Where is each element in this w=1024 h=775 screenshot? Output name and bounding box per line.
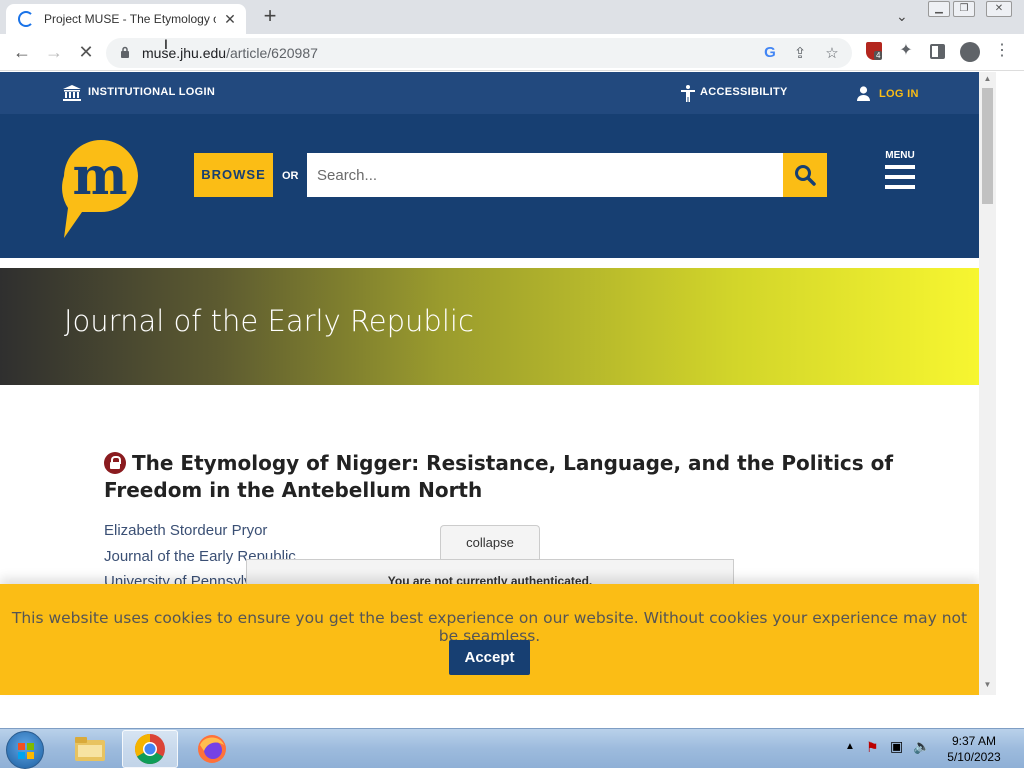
window-restore-button[interactable]: ❐ [953, 1, 975, 17]
url-text[interactable]: muse.jhu.edu/article/620987 [142, 45, 318, 61]
window-close-button[interactable]: ✕ [986, 1, 1012, 17]
restricted-access-lock-icon [104, 452, 126, 474]
utility-bar: INSTITUTIONAL LOGIN ACCESSIBILITY LOG IN [0, 72, 979, 114]
action-center-flag-icon[interactable]: ⚑ [866, 739, 879, 756]
taskbar-clock[interactable]: 9:37 AM 5/10/2023 [944, 733, 1004, 765]
scroll-up-arrow-icon[interactable]: ▲ [979, 74, 996, 83]
cookie-consent-banner: This website uses cookies to ensure you … [0, 584, 979, 695]
url-host: muse.jhu.edu [142, 45, 227, 61]
menu-button[interactable]: MENU [880, 150, 920, 189]
volume-icon[interactable]: 🔈 [913, 738, 930, 755]
side-panel-icon[interactable] [930, 44, 945, 59]
address-bar[interactable]: muse.jhu.edu/article/620987 G ⇪ ☆ [106, 38, 852, 68]
extension-badge: 4 [874, 51, 883, 60]
browser-tab-bar: Project MUSE - The Etymology of ✕ + ⌄ ▁ … [0, 0, 1024, 34]
tab-title: Project MUSE - The Etymology of [44, 12, 216, 26]
chrome-menu-icon[interactable]: ⋮ [991, 40, 1013, 60]
or-label: OR [282, 170, 299, 182]
search-button[interactable] [783, 153, 827, 197]
chrome-taskbar-button[interactable] [122, 730, 178, 768]
accept-cookies-button[interactable]: Accept [449, 640, 530, 675]
google-translate-icon[interactable]: G [760, 44, 780, 61]
clock-time: 9:37 AM [951, 734, 997, 748]
search-icon [795, 165, 816, 186]
folder-icon [75, 737, 105, 761]
journal-banner: Journal of the Early Republic [0, 268, 979, 385]
menu-label: MENU [885, 150, 915, 161]
institutional-login-link[interactable]: INSTITUTIONAL LOGIN [88, 86, 215, 98]
user-icon [857, 86, 870, 101]
page-scrollbar[interactable]: ▲ ▼ [979, 72, 996, 695]
back-arrow-icon[interactable]: ← [9, 40, 35, 64]
browser-toolbar: ← → ✕ muse.jhu.edu/article/620987 G ⇪ ☆ … [0, 34, 1024, 71]
share-icon[interactable]: ⇪ [790, 44, 810, 62]
ublock-extension-icon[interactable]: 4 [866, 42, 883, 60]
log-in-link[interactable]: LOG IN [879, 88, 919, 100]
url-path: /article/620987 [226, 45, 318, 61]
extensions-puzzle-icon[interactable]: ✦ [895, 40, 917, 60]
loading-spinner-icon [18, 11, 34, 27]
accessibility-icon [681, 85, 695, 102]
bookmark-star-icon[interactable]: ☆ [822, 44, 842, 62]
windows-logo-icon [18, 743, 34, 759]
search-input[interactable] [307, 153, 783, 197]
firefox-icon [198, 735, 226, 763]
article-title-text: The Etymology of Nigger: Resistance, Lan… [104, 451, 894, 502]
window-minimize-button[interactable]: ▁ [928, 1, 950, 17]
clock-date: 5/10/2023 [947, 750, 1001, 764]
show-hidden-icons-icon[interactable]: ▲ [845, 741, 855, 752]
tab-close-icon[interactable]: ✕ [222, 11, 238, 28]
new-tab-button[interactable]: + [258, 4, 282, 30]
article-title: The Etymology of Nigger: Resistance, Lan… [104, 450, 924, 504]
chrome-icon [134, 734, 165, 765]
tab-search-chevron-icon[interactable]: ⌄ [896, 8, 908, 25]
firefox-taskbar-button[interactable] [184, 730, 240, 768]
lock-icon[interactable] [120, 46, 130, 58]
collapse-tab-button[interactable]: collapse [440, 525, 540, 561]
site-header: m BROWSE OR MENU [0, 114, 979, 258]
project-muse-logo-icon[interactable]: m [62, 138, 140, 240]
scroll-down-arrow-icon[interactable]: ▼ [979, 680, 996, 689]
institution-building-icon [63, 85, 81, 101]
stop-loading-icon[interactable]: ✕ [73, 40, 99, 64]
network-icon[interactable]: ▣ [890, 738, 903, 755]
browser-tab[interactable]: Project MUSE - The Etymology of ✕ [6, 4, 246, 34]
browse-button[interactable]: BROWSE [194, 153, 273, 197]
hamburger-icon [880, 165, 920, 189]
forward-arrow-icon[interactable]: → [41, 40, 67, 64]
scrollbar-thumb[interactable] [982, 88, 993, 204]
text-cursor-icon: I [164, 36, 168, 52]
journal-title[interactable]: Journal of the Early Republic [64, 304, 474, 338]
start-button[interactable] [6, 731, 44, 769]
accessibility-link[interactable]: ACCESSIBILITY [700, 86, 788, 98]
web-page: INSTITUTIONAL LOGIN ACCESSIBILITY LOG IN… [0, 72, 979, 726]
profile-avatar-icon[interactable] [960, 42, 980, 62]
file-explorer-taskbar-button[interactable] [62, 730, 118, 768]
windows-taskbar: ▲ ⚑ ▣ 🔈 9:37 AM 5/10/2023 [0, 728, 1024, 769]
svg-text:m: m [72, 146, 127, 207]
